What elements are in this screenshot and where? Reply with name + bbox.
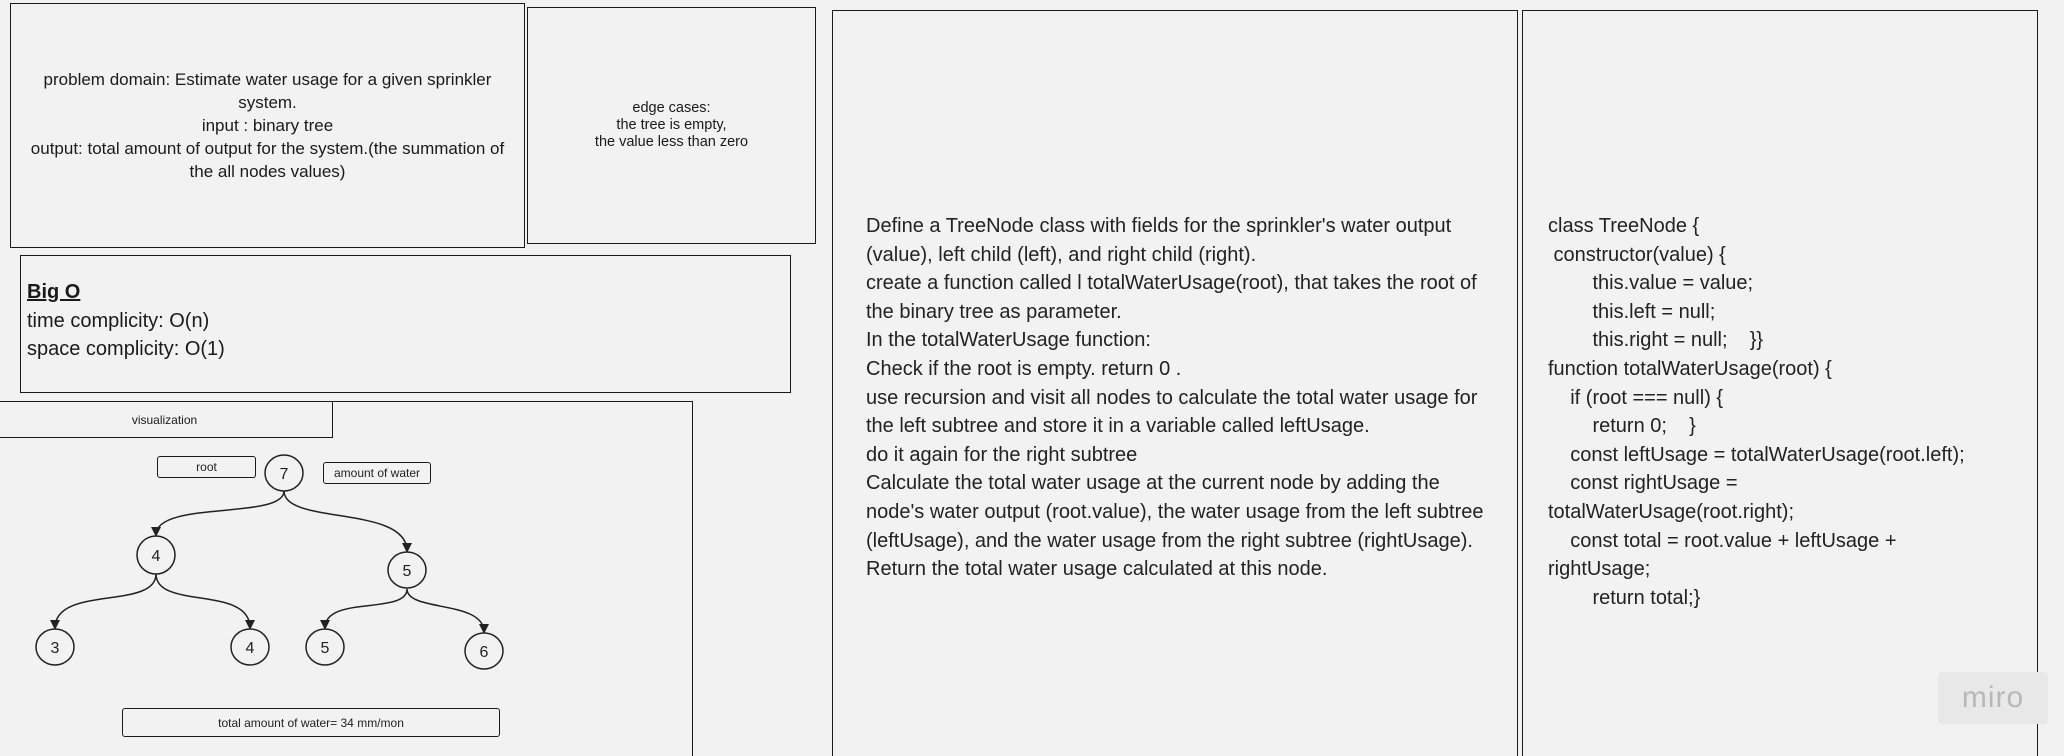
algorithm-steps: Define a TreeNode class with fields for … — [866, 212, 1496, 584]
code-line: totalWaterUsage(root.right); — [1548, 500, 1795, 523]
tree-node-left[interactable]: 4 — [136, 535, 176, 575]
node-value: 4 — [246, 640, 255, 657]
algorithm-step: use recursion and visit all nodes to cal… — [866, 386, 1478, 438]
tree-node-right-right[interactable]: 6 — [464, 632, 504, 670]
code-line: this.left = null; — [1548, 300, 1716, 323]
code-line: function totalWaterUsage(root) { — [1548, 357, 1832, 380]
node-value: 5 — [403, 563, 412, 580]
code-line: if (root === null) { — [1548, 386, 1724, 409]
miro-logo: miro — [1938, 672, 2048, 724]
tree-edge — [151, 490, 285, 537]
node-value: 6 — [480, 644, 489, 661]
root-annotation-text: root — [196, 460, 217, 474]
code-line: const rightUsage = — [1548, 472, 1738, 495]
code-line: rightUsage; — [1548, 558, 1651, 581]
tree-node-right[interactable]: 5 — [387, 551, 427, 589]
tree-edge — [155, 573, 255, 630]
code-line: this.right = null; }} — [1548, 329, 1764, 352]
tree-edge — [406, 588, 489, 634]
tree-node-right-left[interactable]: 5 — [305, 628, 345, 666]
tree-edge — [50, 573, 157, 630]
node-value: 7 — [280, 466, 289, 483]
algorithm-step: do it again for the right subtree — [866, 443, 1138, 466]
total-water-text: total amount of water= 34 mm/mon — [218, 715, 404, 730]
code-line: const total = root.value + leftUsage + — [1548, 529, 1897, 552]
code-line: constructor(value) { — [1548, 243, 1726, 266]
tree-node-root[interactable]: 7 — [264, 454, 304, 492]
algorithm-step: Check if the root is empty. return 0 . — [866, 357, 1182, 380]
amount-of-water-text: amount of water — [333, 466, 421, 480]
code-line: return 0; } — [1548, 415, 1696, 438]
amount-of-water-annotation[interactable]: amount of water — [323, 462, 431, 484]
code-line: class TreeNode { — [1548, 215, 1700, 237]
tree-edge — [283, 490, 412, 553]
algorithm-step: Return the total water usage calculated … — [866, 558, 1328, 581]
node-value: 3 — [51, 640, 60, 657]
tree-node-left-left[interactable]: 3 — [35, 628, 75, 666]
whiteboard-canvas[interactable]: problem domain: Estimate water usage for… — [0, 0, 2064, 756]
root-annotation[interactable]: root — [157, 456, 256, 478]
code-line: const leftUsage = totalWaterUsage(root.l… — [1548, 443, 1965, 466]
algorithm-step: Calculate the total water usage at the c… — [866, 472, 1484, 552]
code-snippet: class TreeNode { constructor(value) { th… — [1548, 212, 2028, 612]
tree-edge — [320, 588, 408, 630]
algorithm-step: Define a TreeNode class with fields for … — [866, 215, 1452, 266]
algorithm-step: In the totalWaterUsage function: — [866, 329, 1151, 352]
node-value: 5 — [321, 640, 330, 657]
algorithm-step: create a function called l totalWaterUsa… — [866, 272, 1477, 323]
miro-logo-text: miro — [1961, 681, 2025, 714]
tree-node-left-right[interactable]: 4 — [230, 628, 270, 666]
code-line: this.value = value; — [1548, 272, 1754, 295]
total-water-annotation[interactable]: total amount of water= 34 mm/mon — [122, 708, 500, 737]
node-value: 4 — [152, 548, 161, 565]
code-line: return total;} — [1548, 586, 1701, 609]
